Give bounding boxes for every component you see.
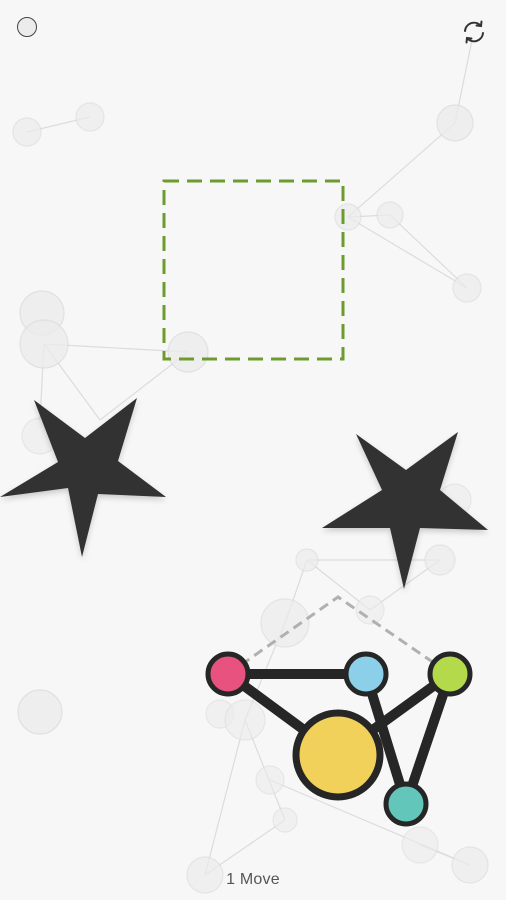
ghost-previous-edges	[227, 595, 451, 676]
move-label: Move	[239, 871, 280, 888]
refresh-icon	[464, 20, 484, 44]
node-teal[interactable]	[383, 781, 429, 827]
game-board	[0, 39, 489, 894]
move-count: 1	[226, 871, 236, 888]
node-lime[interactable]	[427, 651, 473, 697]
node-pink[interactable]	[205, 651, 251, 697]
star-obstacle-left	[0, 398, 166, 557]
move-counter: 1 Move	[0, 871, 506, 889]
restart-button[interactable]	[461, 19, 487, 45]
node-blue[interactable]	[343, 651, 389, 697]
menu-button[interactable]	[17, 17, 37, 37]
star-obstacle-right	[322, 432, 488, 589]
node-yellow[interactable]	[292, 709, 384, 801]
